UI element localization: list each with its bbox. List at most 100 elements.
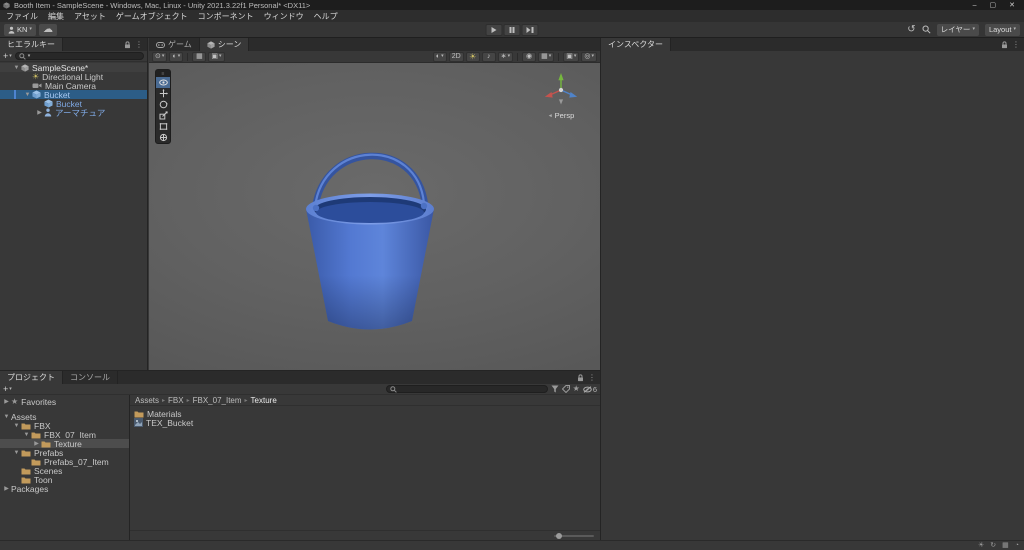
lighting-toggle-button[interactable]: ☀	[465, 51, 480, 62]
main-toolbar: KN ▾ ☁ ↺ レイヤー ▾ Layout ▾	[0, 22, 1024, 38]
lock-icon[interactable]	[577, 373, 584, 382]
thumbnail-size-slider[interactable]	[554, 532, 594, 539]
shading-mode-dropdown[interactable]: ◐ ▾	[432, 51, 447, 62]
asset-item-tex-bucket[interactable]: TEX_Bucket	[134, 418, 596, 428]
expand-arrow-icon[interactable]: ▼	[23, 92, 32, 98]
hidden-packages-toggle[interactable]: 6	[583, 385, 597, 394]
hierarchy-item-armature[interactable]: ▶ アーマチュア	[0, 108, 147, 118]
scale-tool-button[interactable]	[156, 110, 170, 121]
2d-toggle-button[interactable]: 2D	[448, 51, 464, 62]
breadcrumb-item-current[interactable]: Texture	[251, 396, 277, 405]
menu-component[interactable]: コンポーネント	[193, 10, 259, 22]
visibility-toggle-button[interactable]: ◉	[522, 51, 537, 62]
lock-icon[interactable]	[124, 40, 131, 49]
save-search-star-icon[interactable]: ★	[573, 385, 580, 393]
scene-canvas[interactable]: ≡ ◄ Persp	[149, 63, 600, 370]
audio-toggle-button[interactable]: ♪	[481, 51, 496, 62]
play-button[interactable]	[485, 24, 503, 36]
expand-arrow-icon[interactable]: ▼	[12, 65, 21, 71]
tree-item-scenes[interactable]: Scenes	[0, 466, 129, 476]
projection-label[interactable]: Persp	[555, 111, 575, 120]
pause-button[interactable]	[503, 24, 521, 36]
rotate-tool-icon	[159, 100, 168, 109]
menu-edit[interactable]: 編集	[43, 10, 69, 22]
snap-settings-button[interactable]: ▣ ▾	[208, 51, 225, 62]
tab-inspector[interactable]: インスペクター	[601, 38, 671, 51]
tree-item-texture[interactable]: ▶ Texture	[0, 439, 129, 449]
menu-file[interactable]: ファイル	[1, 10, 43, 22]
close-button[interactable]: ✕	[1009, 1, 1015, 9]
expand-arrow-icon[interactable]: ▶	[35, 110, 44, 116]
tree-item-favorites[interactable]: ▶ ★ Favorites	[0, 397, 129, 407]
minimize-button[interactable]: –	[973, 2, 977, 9]
cloud-services-button[interactable]: ☁	[38, 23, 57, 36]
hierarchy-search-input[interactable]: ▾	[14, 52, 144, 60]
grid-visibility-dropdown[interactable]: ▦ ▾	[538, 51, 555, 62]
expand-arrow-icon[interactable]: ▼	[2, 414, 11, 420]
tab-console[interactable]: コンソール	[63, 371, 118, 384]
pivot-mode-button[interactable]: ⊙ ▾	[152, 51, 168, 62]
transform-tool-button[interactable]	[156, 132, 170, 143]
menu-help[interactable]: ヘルプ	[309, 10, 343, 22]
breadcrumb-item[interactable]: FBX_07_Item	[193, 396, 242, 405]
gizmo-toggle-icon[interactable]: ◄	[548, 113, 553, 119]
add-gameobject-button[interactable]: + ▾	[3, 51, 12, 61]
effects-dropdown[interactable]: ∗ ▾	[497, 51, 514, 62]
expand-arrow-icon[interactable]: ▼	[22, 432, 31, 438]
lock-icon[interactable]	[1001, 40, 1008, 49]
menu-gameobject[interactable]: ゲームオブジェクト	[111, 10, 193, 22]
expand-arrow-icon[interactable]: ▶	[2, 399, 11, 405]
panel-menu-icon[interactable]: ⋮	[135, 40, 143, 49]
tab-hierarchy[interactable]: ヒエラルキー	[0, 38, 63, 51]
layout-dropdown[interactable]: Layout ▾	[984, 23, 1020, 36]
view-tool-button[interactable]	[156, 77, 170, 88]
handle-rotation-button[interactable]: ◐ ▾	[169, 51, 184, 62]
breadcrumb-item[interactable]: FBX	[168, 396, 184, 405]
panel-menu-icon[interactable]: ⋮	[588, 373, 596, 382]
tab-game[interactable]: ゲーム	[149, 38, 200, 51]
gizmos-dropdown[interactable]: ◎ ▾	[581, 51, 597, 62]
panel-menu-icon[interactable]: ⋮	[1012, 40, 1020, 49]
undo-history-icon[interactable]: ↺	[907, 24, 915, 35]
grid-snapping-button[interactable]: ▦	[192, 51, 207, 62]
move-tool-button[interactable]	[156, 88, 170, 99]
project-search-input[interactable]	[385, 385, 548, 393]
tree-item-assets[interactable]: ▼ Assets	[0, 412, 129, 422]
account-dropdown[interactable]: KN ▾	[4, 23, 36, 36]
breadcrumb-item[interactable]: Assets	[135, 396, 159, 405]
tab-label: ゲーム	[168, 40, 192, 49]
expand-arrow-icon[interactable]: ▶	[2, 486, 11, 492]
expand-arrow-icon[interactable]: ▼	[12, 423, 21, 429]
menu-assets[interactable]: アセット	[69, 10, 111, 22]
auto-lighting-status-icon[interactable]: ☀	[978, 542, 984, 549]
breadcrumb-separator-icon: ▸	[162, 397, 166, 404]
tree-item-prefabs-07-item[interactable]: Prefabs_07_Item	[0, 457, 129, 467]
progress-status-icon[interactable]: ◔	[1015, 542, 1019, 549]
maximize-button[interactable]: ▢	[990, 1, 997, 9]
search-by-label-icon[interactable]	[561, 385, 570, 393]
step-button[interactable]	[521, 24, 539, 36]
code-optimization-status-icon[interactable]: ▦	[1002, 542, 1009, 549]
orientation-gizmo[interactable]: ◄ Persp	[534, 71, 588, 120]
hierarchy-item-main-camera[interactable]: Main Camera	[0, 81, 147, 91]
asset-item-materials[interactable]: Materials	[134, 409, 596, 419]
tree-item-packages[interactable]: ▶ Packages	[0, 484, 129, 494]
layers-dropdown[interactable]: レイヤー ▾	[936, 23, 979, 36]
tab-label: ヒエラルキー	[7, 40, 55, 49]
tab-project[interactable]: プロジェクト	[0, 371, 63, 384]
cache-refresh-status-icon[interactable]: ↻	[990, 542, 996, 549]
expand-arrow-icon[interactable]: ▶	[32, 441, 41, 447]
search-by-type-icon[interactable]	[551, 385, 559, 393]
rotate-tool-button[interactable]	[156, 99, 170, 110]
overlay-drag-handle[interactable]: ≡	[156, 70, 170, 77]
rect-tool-button[interactable]	[156, 121, 170, 132]
slider-handle[interactable]	[556, 532, 562, 539]
chevron-down-icon: ▾	[972, 26, 975, 32]
tab-scene[interactable]: シーン	[199, 38, 250, 51]
search-icon[interactable]	[922, 25, 931, 34]
expand-arrow-icon[interactable]: ▼	[12, 450, 21, 456]
camera-settings-dropdown[interactable]: ▣ ▾	[563, 51, 580, 62]
menu-window[interactable]: ウィンドウ	[259, 10, 309, 22]
bucket-3d-model[interactable]	[285, 135, 455, 345]
create-asset-button[interactable]: + ▾	[3, 384, 12, 394]
